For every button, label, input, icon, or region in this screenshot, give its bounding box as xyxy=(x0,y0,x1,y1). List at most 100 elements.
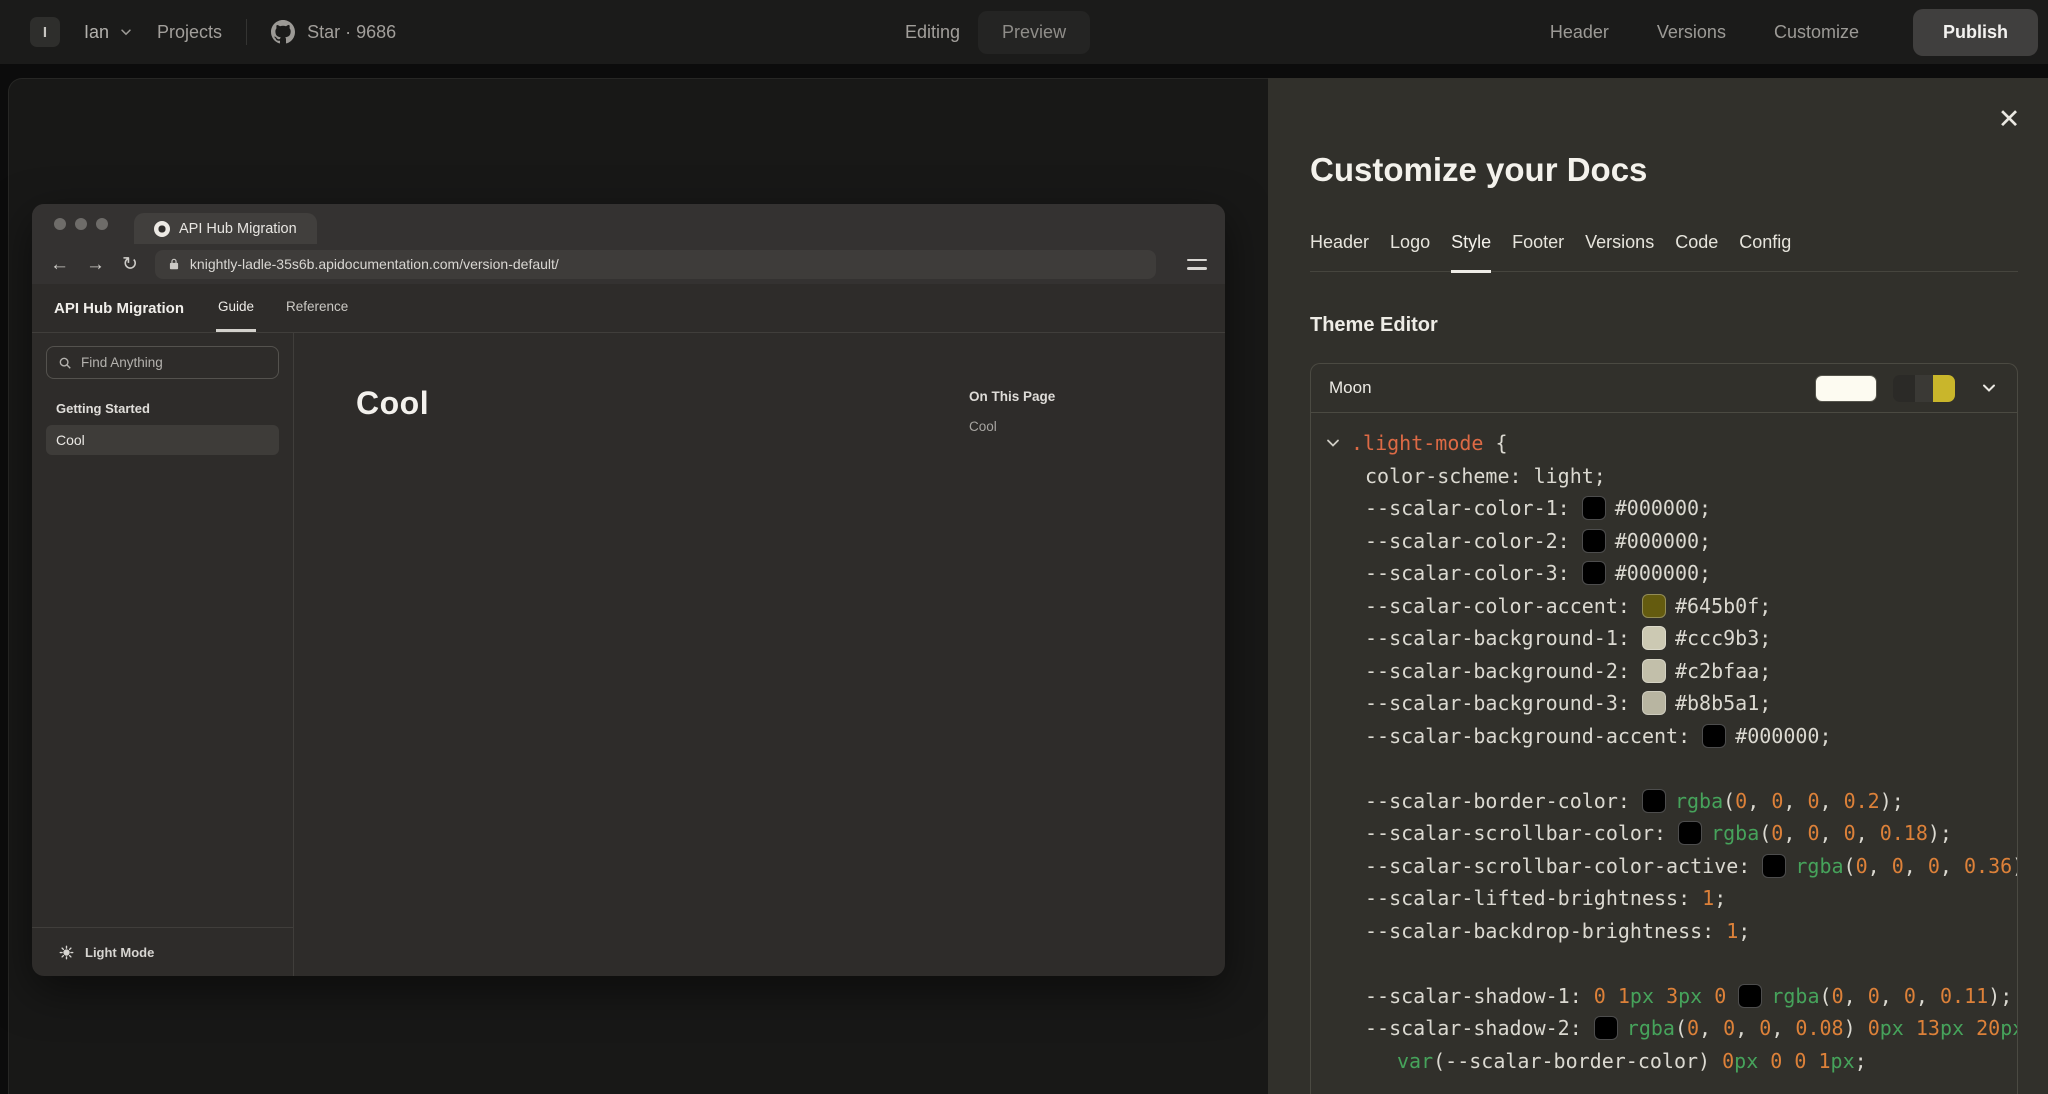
code-line[interactable]: --scalar-lifted-brightness: 1; xyxy=(1323,882,2017,915)
code-token: 0 xyxy=(1722,1049,1734,1073)
reload-icon[interactable]: ↻ xyxy=(122,255,138,274)
code-token: --scalar-scrollbar-color: xyxy=(1365,821,1678,845)
color-swatch[interactable] xyxy=(1738,984,1762,1008)
code-token: rgba xyxy=(1795,854,1843,878)
code-line[interactable]: --scalar-background-2: #c2bfaa; xyxy=(1323,655,2017,688)
search-input[interactable]: Find Anything xyxy=(46,346,279,379)
code-token: , xyxy=(1771,1016,1795,1040)
code-token: 0 xyxy=(1770,1049,1782,1073)
code-token: ( xyxy=(1759,821,1771,845)
code-token: ); xyxy=(2012,854,2018,878)
code-token: , xyxy=(1783,789,1807,813)
code-line[interactable]: --scalar-border-color: rgba(0, 0, 0, 0.2… xyxy=(1323,785,2017,818)
drawer-tab-logo[interactable]: Logo xyxy=(1390,232,1430,273)
color-swatch[interactable] xyxy=(1642,626,1666,650)
code-line[interactable]: --scalar-color-2: #000000; xyxy=(1323,525,2017,558)
code-line[interactable]: --scalar-shadow-1: 0 1px 3px 0 rgba(0, 0… xyxy=(1323,980,2017,1013)
color-swatch[interactable] xyxy=(1582,496,1606,520)
css-code-editor[interactable]: .light-mode {color-scheme: light;--scala… xyxy=(1311,413,2017,1077)
menu-icon[interactable] xyxy=(1187,259,1207,270)
docs-nav-link-reference[interactable]: Reference xyxy=(284,284,350,332)
light-mode-label: Light Mode xyxy=(85,945,154,960)
code-line[interactable] xyxy=(1323,947,2017,980)
projects-link[interactable]: Projects xyxy=(157,22,222,43)
docs-content: Cool xyxy=(294,333,969,976)
code-line[interactable]: --scalar-color-1: #000000; xyxy=(1323,492,2017,525)
color-swatch[interactable] xyxy=(1582,561,1606,585)
toc-item-cool[interactable]: Cool xyxy=(969,419,1225,434)
code-line[interactable]: --scalar-background-1: #ccc9b3; xyxy=(1323,622,2017,655)
fold-chevron-icon[interactable] xyxy=(1325,435,1341,451)
code-token: --scalar-color-1: xyxy=(1365,496,1582,520)
drawer-tab-versions[interactable]: Versions xyxy=(1585,232,1654,273)
workspace-menu[interactable]: Ian xyxy=(84,22,133,43)
code-line[interactable]: --scalar-background-accent: #000000; xyxy=(1323,720,2017,753)
color-swatch[interactable] xyxy=(1642,789,1666,813)
code-line[interactable]: --scalar-shadow-2: rgba(0, 0, 0, 0.08) 0… xyxy=(1323,1012,2017,1045)
theme-swatch-segment xyxy=(1915,375,1933,402)
sidebar-item-cool[interactable]: Cool xyxy=(46,425,279,455)
code-line[interactable]: --scalar-backdrop-brightness: 1; xyxy=(1323,915,2017,948)
theme-select[interactable]: Moon xyxy=(1311,364,2017,413)
code-line[interactable] xyxy=(1323,752,2017,785)
color-swatch[interactable] xyxy=(1582,529,1606,553)
code-token: 0 xyxy=(1759,1016,1771,1040)
code-token: , xyxy=(1916,984,1940,1008)
color-swatch[interactable] xyxy=(1642,594,1666,618)
color-swatch[interactable] xyxy=(1642,691,1666,715)
code-token: #b8b5a1; xyxy=(1675,691,1771,715)
code-line[interactable]: .light-mode { xyxy=(1323,427,2017,460)
github-star-button[interactable]: Star · 9686 xyxy=(271,20,396,44)
close-icon[interactable]: ✕ xyxy=(1992,102,2026,136)
code-line[interactable]: --scalar-color-3: #000000; xyxy=(1323,557,2017,590)
drawer-tab-code[interactable]: Code xyxy=(1675,232,1718,273)
code-token: , xyxy=(1699,1016,1723,1040)
light-mode-toggle[interactable]: Light Mode xyxy=(32,927,293,976)
drawer-tab-style[interactable]: Style xyxy=(1451,232,1491,273)
customize-drawer: ✕ Customize your Docs HeaderLogoStyleFoo… xyxy=(1268,78,2048,1094)
code-token: 1 xyxy=(1726,919,1738,943)
window-controls[interactable] xyxy=(54,218,108,230)
editing-toggle[interactable]: Editing xyxy=(905,22,960,43)
topbar-link-header[interactable]: Header xyxy=(1550,22,1609,43)
code-line[interactable]: var(--scalar-border-color) 0px 0 0 1px; xyxy=(1323,1045,2017,1078)
workspace-logo[interactable]: I xyxy=(30,17,60,47)
code-token: , xyxy=(1904,854,1928,878)
drawer-tab-config[interactable]: Config xyxy=(1739,232,1791,273)
color-swatch[interactable] xyxy=(1702,724,1726,748)
code-token: (--scalar-border-color) xyxy=(1433,1049,1722,1073)
color-swatch[interactable] xyxy=(1642,659,1666,683)
color-swatch[interactable] xyxy=(1594,1016,1618,1040)
color-swatch[interactable] xyxy=(1762,854,1786,878)
code-token: , xyxy=(1880,984,1904,1008)
topbar-links: Header Versions Customize xyxy=(1550,22,1859,43)
code-line[interactable]: color-scheme: light; xyxy=(1323,460,2017,493)
color-swatch[interactable] xyxy=(1678,821,1702,845)
sun-icon xyxy=(59,945,74,960)
preview-toggle[interactable]: Preview xyxy=(978,11,1090,54)
code-token xyxy=(1606,984,1618,1008)
code-token: 20 xyxy=(1976,1016,2000,1040)
address-bar[interactable]: knightly-ladle-35s6b.apidocumentation.co… xyxy=(155,250,1156,279)
code-token: #c2bfaa; xyxy=(1675,659,1771,683)
code-line[interactable]: --scalar-scrollbar-color-active: rgba(0,… xyxy=(1323,850,2017,883)
drawer-tab-header[interactable]: Header xyxy=(1310,232,1369,273)
docs-nav-link-guide[interactable]: Guide xyxy=(216,284,256,332)
window-dot xyxy=(96,218,108,230)
docs-site-title[interactable]: API Hub Migration xyxy=(54,300,184,317)
topbar-link-versions[interactable]: Versions xyxy=(1657,22,1726,43)
code-line[interactable]: --scalar-scrollbar-color: rgba(0, 0, 0, … xyxy=(1323,817,2017,850)
code-line[interactable]: --scalar-color-accent: #645b0f; xyxy=(1323,590,2017,623)
forward-icon[interactable]: → xyxy=(86,255,105,274)
code-line[interactable]: --scalar-background-3: #b8b5a1; xyxy=(1323,687,2017,720)
docs-nav: Guide Reference xyxy=(216,284,350,332)
publish-button[interactable]: Publish xyxy=(1913,9,2038,56)
drawer-tabs: Header Logo Style Footer Versions Code Config xyxy=(1310,232,2018,272)
drawer-tab-footer[interactable]: Footer xyxy=(1512,232,1564,273)
browser-tab[interactable]: API Hub Migration xyxy=(134,213,317,244)
docs-toc: On This Page Cool xyxy=(969,333,1225,976)
back-icon[interactable]: ← xyxy=(50,255,69,274)
theme-editor-title: Theme Editor xyxy=(1310,314,2018,337)
topbar-link-customize[interactable]: Customize xyxy=(1774,22,1859,43)
code-token: ); xyxy=(1880,789,1904,813)
